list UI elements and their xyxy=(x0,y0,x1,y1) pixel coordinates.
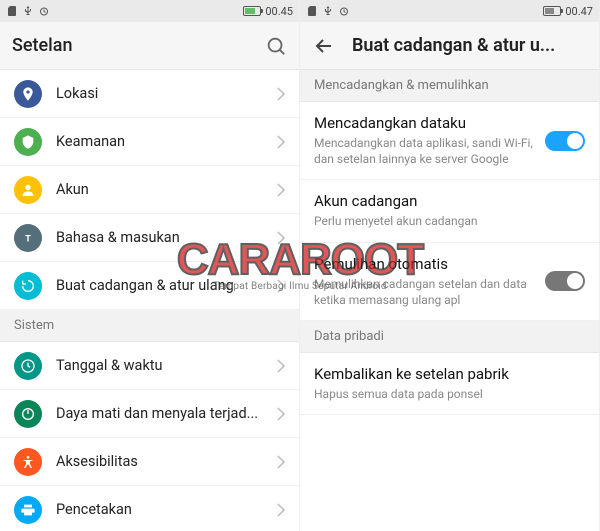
row-location[interactable]: Lokasi xyxy=(0,70,299,118)
section-backup-restore: Mencadangkan & memulihkan xyxy=(300,70,599,102)
backup-settings-list: Mencadangkan & memulihkan Mencadangkan d… xyxy=(300,70,599,531)
page-title: Buat cadangan & atur u... xyxy=(352,35,587,56)
chevron-right-icon xyxy=(277,87,285,101)
back-button[interactable] xyxy=(312,34,336,58)
setting-auto-restore[interactable]: Pemulihan otomatis Memulihkan cadangan s… xyxy=(300,243,599,321)
backup-icon xyxy=(14,272,42,300)
chevron-right-icon xyxy=(277,359,285,373)
row-printing[interactable]: Pencetakan xyxy=(0,486,299,531)
row-datetime[interactable]: Tanggal & waktu xyxy=(0,342,299,390)
chevron-right-icon xyxy=(277,407,285,421)
setting-title: Mencadangkan dataku xyxy=(314,114,537,132)
account-icon xyxy=(14,176,42,204)
row-label: Keamanan xyxy=(56,133,277,150)
chevron-right-icon xyxy=(277,231,285,245)
row-label: Bahasa & masukan xyxy=(56,229,277,246)
sim-icon xyxy=(306,5,318,17)
row-accessibility[interactable]: Aksesibilitas xyxy=(0,438,299,486)
battery-icon xyxy=(543,6,561,16)
chevron-right-icon xyxy=(277,455,285,469)
setting-title: Kembalikan ke setelan pabrik xyxy=(314,365,577,383)
svg-text:T: T xyxy=(25,233,31,244)
toggle-backup-data[interactable] xyxy=(545,131,585,151)
appbar: Buat cadangan & atur u... xyxy=(300,22,599,70)
chevron-right-icon xyxy=(277,135,285,149)
print-icon xyxy=(14,496,42,524)
page-title: Setelan xyxy=(12,35,265,56)
row-security[interactable]: Keamanan xyxy=(0,118,299,166)
status-bar: 00.45 xyxy=(0,0,299,22)
settings-list: Lokasi Keamanan Akun T Bahasa & masukan … xyxy=(0,70,299,531)
phone-left: 00.45 Setelan Lokasi Keamanan Akun T Bah… xyxy=(0,0,300,531)
setting-title: Akun cadangan xyxy=(314,192,577,210)
row-label: Lokasi xyxy=(56,85,277,102)
toggle-auto-restore[interactable] xyxy=(545,271,585,291)
accessibility-icon xyxy=(14,448,42,476)
row-label: Pencetakan xyxy=(56,501,277,518)
row-language[interactable]: T Bahasa & masukan xyxy=(0,214,299,262)
section-personal-data: Data pribadi xyxy=(300,321,599,353)
row-accounts[interactable]: Akun xyxy=(0,166,299,214)
status-time: 00.45 xyxy=(265,5,293,18)
row-label: Akun xyxy=(56,181,277,198)
setting-backup-data[interactable]: Mencadangkan dataku Mencadangkan data ap… xyxy=(300,102,599,180)
setting-title: Pemulihan otomatis xyxy=(314,255,537,273)
chevron-right-icon xyxy=(277,183,285,197)
row-power-schedule[interactable]: Daya mati dan menyala terjad... xyxy=(0,390,299,438)
status-bar: 00.47 xyxy=(300,0,599,22)
clock-icon xyxy=(14,352,42,380)
setting-backup-account[interactable]: Akun cadangan Perlu menyetel akun cadang… xyxy=(300,180,599,242)
setting-desc: Memulihkan cadangan setelan dan data ket… xyxy=(314,276,537,308)
setting-desc: Perlu menyetel akun cadangan xyxy=(314,213,577,229)
row-label: Daya mati dan menyala terjad... xyxy=(56,405,277,422)
battery-icon xyxy=(243,6,261,16)
chevron-right-icon xyxy=(277,279,285,293)
setting-desc: Hapus semua data pada ponsel xyxy=(314,386,577,402)
row-label: Buat cadangan & atur ulang xyxy=(56,277,277,294)
setting-factory-reset[interactable]: Kembalikan ke setelan pabrik Hapus semua… xyxy=(300,353,599,415)
usb-icon xyxy=(322,5,334,17)
row-backup[interactable]: Buat cadangan & atur ulang xyxy=(0,262,299,310)
alarm-icon xyxy=(38,5,50,17)
sim-icon xyxy=(6,5,18,17)
status-time: 00.47 xyxy=(565,5,593,18)
location-icon xyxy=(14,80,42,108)
appbar: Setelan xyxy=(0,22,299,70)
search-icon[interactable] xyxy=(265,35,287,57)
section-system: Sistem xyxy=(0,310,299,342)
power-icon xyxy=(14,400,42,428)
language-icon: T xyxy=(14,224,42,252)
phone-right: 00.47 Buat cadangan & atur u... Mencadan… xyxy=(300,0,600,531)
setting-desc: Mencadangkan data aplikasi, sandi Wi-Fi,… xyxy=(314,135,537,167)
usb-icon xyxy=(22,5,34,17)
alarm-icon xyxy=(338,5,350,17)
chevron-right-icon xyxy=(277,503,285,517)
row-label: Tanggal & waktu xyxy=(56,357,277,374)
security-icon xyxy=(14,128,42,156)
row-label: Aksesibilitas xyxy=(56,453,277,470)
